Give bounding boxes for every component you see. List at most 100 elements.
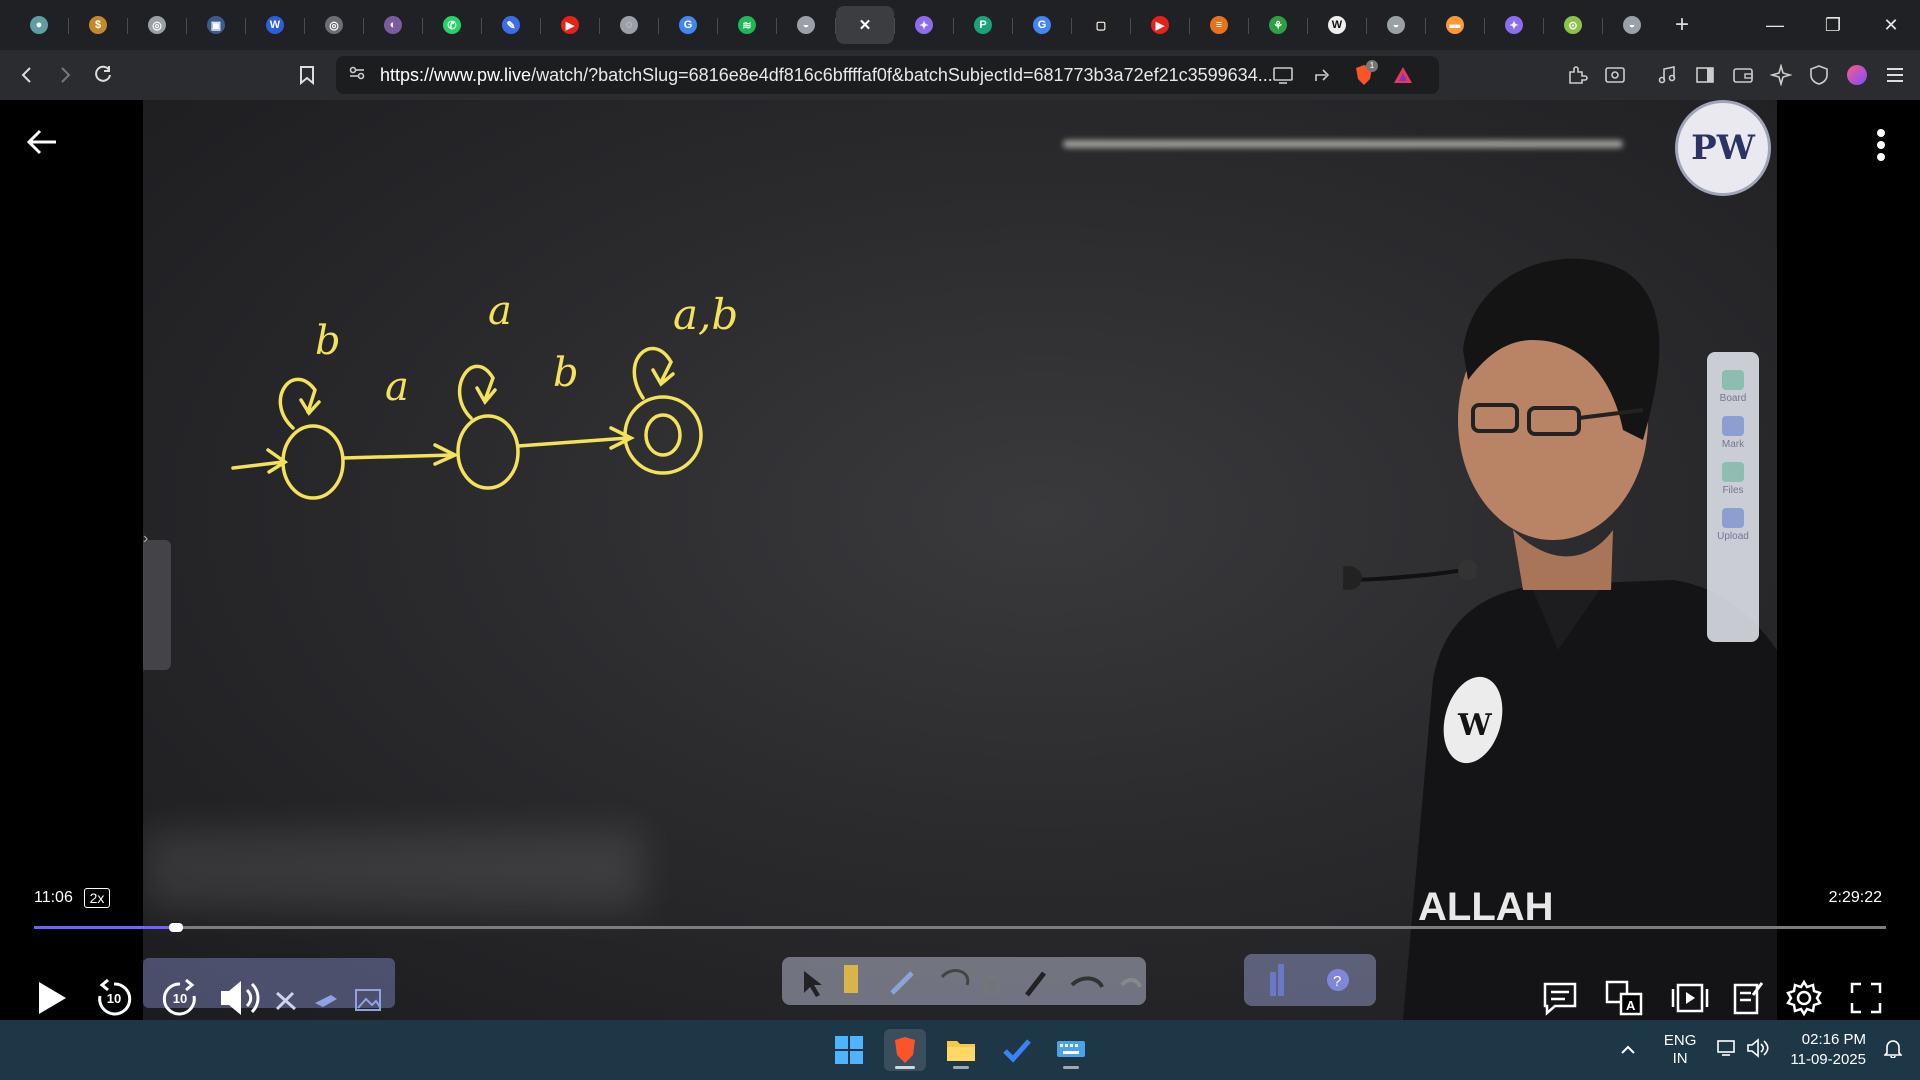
extensions-icon[interactable] [1558, 56, 1596, 94]
brave-browser-taskbar-icon[interactable] [884, 1029, 926, 1071]
minimize-icon[interactable]: — [1746, 0, 1804, 50]
tab-1[interactable]: ● [10, 6, 68, 44]
play-icon[interactable] [28, 974, 76, 1022]
language-indicator[interactable]: ENG IN [1664, 1032, 1697, 1068]
close-window-icon[interactable]: ✕ [1862, 0, 1920, 50]
new-tab-button[interactable]: + [1662, 6, 1702, 44]
tab-24[interactable]: ◒ [1366, 6, 1425, 44]
keyboard-app-icon[interactable] [1050, 1029, 1092, 1071]
tab-17[interactable]: P [953, 6, 1012, 44]
tab-20[interactable]: ▶ [1130, 6, 1189, 44]
progress-knob[interactable] [168, 923, 183, 932]
url-text[interactable]: https://www.pw.live/watch/?batchSlug=681… [380, 65, 1300, 86]
address-bar[interactable]: https://www.pw.live/watch/?batchSlug=681… [336, 56, 1439, 94]
tab-11[interactable]: ◌ [599, 6, 658, 44]
tab-6[interactable]: ◎ [304, 6, 363, 44]
favicon-icon: ◌ [620, 16, 638, 34]
panel-handle[interactable]: › [143, 530, 171, 670]
progress-bar[interactable] [34, 923, 1886, 932]
favicon-icon: ✦ [915, 16, 933, 34]
tool-board[interactable]: Board [1719, 370, 1747, 404]
notes-icon[interactable] [1724, 974, 1772, 1022]
tab-12[interactable]: G [658, 6, 717, 44]
clock[interactable]: 02:16 PM 11-09-2025 [1790, 1030, 1866, 1070]
tab-23[interactable]: W [1307, 6, 1366, 44]
favicon-icon: W [266, 16, 284, 34]
tab-26[interactable]: ✦ [1484, 6, 1543, 44]
speaker-icon[interactable] [1746, 1038, 1770, 1062]
tab-3[interactable]: ◎ [127, 6, 186, 44]
rewind-10-icon[interactable]: 10 [90, 974, 138, 1022]
favicon-icon: ▬ [1446, 16, 1464, 34]
tab-4[interactable]: ▣ [186, 6, 245, 44]
site-settings-icon[interactable] [348, 64, 366, 87]
tab-2[interactable]: $ [68, 6, 127, 44]
reader-mode-icon[interactable] [1596, 56, 1634, 94]
image-icon[interactable] [344, 976, 392, 1024]
forward-10-icon[interactable]: 10 [156, 974, 204, 1022]
more-options-icon[interactable] [1876, 128, 1886, 167]
url-path: /watch/?batchSlug=6816e8e4df816c6bffffaf… [531, 64, 1273, 85]
tab-16[interactable]: ✦ [894, 6, 953, 44]
laser-icon[interactable] [302, 976, 350, 1024]
tab-19[interactable]: ▢ [1071, 6, 1130, 44]
back-arrow-icon[interactable] [24, 124, 60, 165]
video-player[interactable]: b a a,b a b W ALLAH › PW Board Mark File… [0, 100, 1920, 1020]
forward-icon[interactable] [46, 56, 84, 94]
playlist-icon[interactable] [1666, 974, 1714, 1022]
tab-22[interactable]: ⚘ [1248, 6, 1307, 44]
volume-icon[interactable] [216, 974, 264, 1022]
tab-21[interactable]: ≡ [1189, 6, 1248, 44]
tool-mark[interactable]: Mark [1722, 416, 1744, 450]
cast-icon[interactable] [1272, 65, 1294, 90]
sidebar-toggle-icon[interactable] [1686, 56, 1724, 94]
network-icon[interactable] [1716, 1038, 1738, 1062]
fullscreen-icon[interactable] [1842, 974, 1890, 1022]
back-icon[interactable] [8, 56, 46, 94]
close-tab-icon[interactable]: ✕ [856, 16, 874, 34]
share-icon[interactable] [1312, 65, 1332, 90]
favicon-icon: G [679, 16, 697, 34]
notification-bell-icon[interactable] [1883, 1038, 1903, 1062]
playback-speed-badge[interactable]: 2x [84, 888, 110, 908]
tab-18[interactable]: G [1012, 6, 1071, 44]
tab-14[interactable]: ◒ [776, 6, 835, 44]
favicon-icon: ◒ [1387, 16, 1405, 34]
tab-8[interactable]: ✆ [422, 6, 481, 44]
label-loop-a: a [488, 288, 512, 334]
start-menu-icon[interactable] [828, 1029, 870, 1071]
settings-gear-icon[interactable] [1780, 974, 1828, 1022]
tool-upload-label: Upload [1717, 531, 1749, 542]
tab-5[interactable]: W [245, 6, 304, 44]
wallet-icon[interactable] [1724, 56, 1762, 94]
translate-icon[interactable]: A [1600, 974, 1648, 1022]
tool-board-label: Board [1719, 393, 1747, 404]
tab-7[interactable]: ◐ [363, 6, 422, 44]
bookmark-icon[interactable] [288, 56, 326, 94]
tab-9[interactable]: ✎ [481, 6, 540, 44]
restore-icon[interactable]: ❐ [1804, 0, 1862, 50]
tab-10[interactable]: ▶ [540, 6, 599, 44]
tab-15-active[interactable]: ✕ [835, 6, 894, 44]
menu-icon[interactable] [1876, 56, 1914, 94]
tool-upload[interactable]: Upload [1717, 508, 1749, 542]
chat-icon[interactable] [1536, 974, 1584, 1022]
reload-icon[interactable] [84, 56, 122, 94]
label-loop-b: b [315, 318, 341, 364]
brave-shields-icon[interactable]: 1 [1352, 60, 1378, 92]
vpn-icon[interactable] [1800, 56, 1838, 94]
profile-avatar-icon[interactable] [1838, 56, 1876, 94]
tab-13[interactable]: ≋ [717, 6, 776, 44]
tab-28[interactable]: ◒ [1602, 6, 1661, 44]
tab-27[interactable]: ⊙ [1543, 6, 1602, 44]
show-hidden-icons-chevron-icon[interactable] [1620, 1042, 1636, 1059]
forward-10-label: 10 [172, 991, 188, 1006]
media-icon[interactable] [1648, 56, 1686, 94]
file-explorer-icon[interactable] [940, 1029, 982, 1071]
label-transition-b: b [553, 350, 579, 396]
leo-ai-icon[interactable] [1762, 56, 1800, 94]
todo-app-icon[interactable] [996, 1029, 1038, 1071]
tab-25[interactable]: ▬ [1425, 6, 1484, 44]
brave-rewards-icon[interactable] [1392, 65, 1414, 90]
tool-files[interactable]: Files [1722, 462, 1744, 496]
